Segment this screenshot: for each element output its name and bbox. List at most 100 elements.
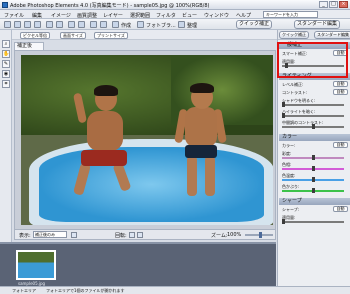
- open-icon[interactable]: [14, 21, 21, 28]
- slider-thumb[interactable]: [312, 124, 315, 129]
- app-logo-icon: [2, 2, 8, 8]
- title-bar: Adobe Photoshop Elements 4.0 (写真編集モード) -…: [0, 0, 350, 10]
- create-icon[interactable]: [112, 21, 119, 28]
- adjust-label: シャープ:: [282, 207, 300, 212]
- menu-view[interactable]: ビュー: [182, 12, 197, 19]
- child-right: [185, 107, 217, 147]
- pool-water: [39, 147, 264, 222]
- organize-icon[interactable]: [178, 21, 185, 28]
- slider-thumb[interactable]: [282, 102, 285, 107]
- adjust-label: レベル補正:: [282, 82, 304, 87]
- adjust-slider[interactable]: [282, 63, 344, 68]
- display-select[interactable]: 補正後のみ: [33, 231, 67, 238]
- menu-image[interactable]: イメージ: [51, 12, 71, 19]
- rotate-label: 回転:: [115, 233, 127, 239]
- adjust-slider[interactable]: [282, 166, 344, 171]
- swap-icon[interactable]: [71, 232, 77, 238]
- slider-thumb[interactable]: [282, 219, 285, 224]
- zoom-tool-icon[interactable]: ⌕: [2, 40, 10, 48]
- slider-thumb[interactable]: [312, 166, 315, 171]
- bin-status: フォトエリアで1個のファイルが開かれます: [46, 288, 125, 293]
- photo-browser-label[interactable]: フォトブラ...: [146, 22, 176, 29]
- section-header[interactable]: 一般補正: [279, 42, 350, 49]
- menu-bar: ファイル 編集 イメージ 画質調整 レイヤー 選択範囲 フィルタ ビュー ウィン…: [0, 10, 350, 19]
- document-tab[interactable]: 補正後: [14, 42, 44, 50]
- photo-bin: sample05.jpg: [0, 242, 276, 286]
- section-header[interactable]: ライティング: [279, 73, 350, 80]
- print-size-button[interactable]: プリントサイズ: [94, 32, 128, 39]
- shortcuts-bar: 作成 フォトブラ... 整理 クイック補正 スタンダード編集: [0, 19, 350, 30]
- menu-help[interactable]: ヘルプ: [236, 12, 251, 19]
- new-icon[interactable]: [4, 21, 11, 28]
- actual-pixels-button[interactable]: ピクセル等倍: [20, 32, 50, 39]
- standard-edit-button[interactable]: スタンダード編集: [294, 20, 341, 29]
- auto-button[interactable]: 自動: [333, 81, 348, 87]
- selection-brush-icon[interactable]: ✎: [2, 60, 10, 68]
- hand-tool-icon[interactable]: ✋: [2, 50, 10, 58]
- slider-thumb[interactable]: [282, 113, 285, 118]
- photo-thumbnail[interactable]: [16, 250, 56, 280]
- view-bar: 表示: 補正後のみ 回転: ズーム: 100%: [14, 230, 276, 240]
- menu-select[interactable]: 選択範囲: [130, 12, 150, 19]
- adjust-label: コントラスト:: [282, 90, 308, 95]
- online-icon[interactable]: [56, 21, 63, 28]
- menu-file[interactable]: ファイル: [4, 12, 24, 19]
- red-eye-tool-icon[interactable]: ◉: [2, 70, 10, 78]
- help-search-input[interactable]: キーワードを入力: [263, 11, 318, 18]
- menu-edit[interactable]: 編集: [32, 12, 42, 19]
- child-left: [87, 111, 123, 151]
- close-button[interactable]: ×: [339, 1, 348, 8]
- adjust-label: カラー:: [282, 143, 296, 148]
- adjust-slider[interactable]: [282, 219, 344, 224]
- auto-button[interactable]: 自動: [333, 206, 348, 212]
- menu-layer[interactable]: レイヤー: [103, 12, 123, 19]
- fit-screen-button[interactable]: 画面サイズ: [60, 32, 86, 39]
- undo-icon[interactable]: [68, 21, 75, 28]
- quick-fix-mode-button[interactable]: クイック補正: [279, 31, 309, 39]
- redo-icon[interactable]: [78, 21, 85, 28]
- auto-button[interactable]: 自動: [333, 50, 348, 56]
- adjust-label: スマート補正:: [282, 51, 308, 56]
- rotate-left-icon[interactable]: [129, 232, 135, 238]
- help-icon[interactable]: [100, 21, 107, 28]
- photo-canvas[interactable]: [21, 55, 273, 225]
- photo-browser-icon[interactable]: [137, 21, 144, 28]
- canvas-area: [14, 50, 276, 230]
- email-icon[interactable]: [46, 21, 53, 28]
- standard-edit-mode-button[interactable]: スタンダード編集: [314, 31, 350, 39]
- organize-label[interactable]: 整理: [187, 22, 197, 29]
- slider-thumb[interactable]: [285, 63, 288, 68]
- zoom-value: 100%: [227, 232, 242, 238]
- menu-enhance[interactable]: 画質調整: [77, 12, 97, 19]
- adjust-slider[interactable]: [282, 188, 344, 193]
- minimize-button[interactable]: _: [319, 1, 328, 8]
- crop-tool-icon[interactable]: ⌗: [2, 80, 10, 88]
- print-icon[interactable]: [34, 21, 41, 28]
- maximize-button[interactable]: □: [329, 1, 338, 8]
- adjust-slider[interactable]: [282, 155, 344, 160]
- quick-fix-panel: クイック補正 スタンダード編集 一般補正 スマート補正: 自動 適用量: ライティングレ…: [277, 30, 350, 286]
- auto-button[interactable]: 自動: [333, 142, 348, 148]
- slider-thumb[interactable]: [312, 177, 315, 182]
- menu-window[interactable]: ウィンドウ: [204, 12, 229, 19]
- adjust-slider[interactable]: [282, 102, 344, 107]
- zoom-slider-thumb[interactable]: [259, 232, 262, 238]
- zoom-slider[interactable]: [245, 232, 273, 238]
- create-label[interactable]: 作成: [121, 22, 131, 29]
- save-icon[interactable]: [24, 21, 31, 28]
- window-title: Adobe Photoshop Elements 4.0 (写真編集モード) -…: [10, 3, 210, 9]
- slider-thumb[interactable]: [312, 155, 315, 160]
- display-label: 表示:: [19, 233, 31, 239]
- slider-thumb[interactable]: [312, 188, 315, 193]
- menu-filter[interactable]: フィルタ: [156, 12, 176, 19]
- adjust-slider[interactable]: [282, 113, 344, 118]
- section-header[interactable]: カラー: [279, 134, 350, 141]
- rotate-right-icon[interactable]: [137, 232, 143, 238]
- quick-fix-button[interactable]: クイック補正: [236, 20, 273, 29]
- auto-button[interactable]: 自動: [333, 89, 348, 95]
- organizer-icon[interactable]: [90, 21, 97, 28]
- adjust-slider[interactable]: [282, 177, 344, 182]
- adjust-slider[interactable]: [282, 124, 344, 129]
- organizer-label[interactable]: フォトエリア: [12, 288, 36, 294]
- section-header[interactable]: シャープ: [279, 198, 350, 205]
